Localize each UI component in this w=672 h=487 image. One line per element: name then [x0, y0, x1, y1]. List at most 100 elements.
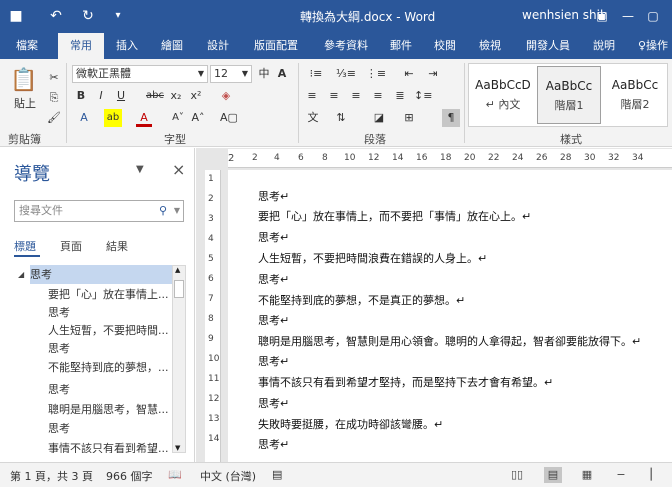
tab-draw[interactable]: 繪圖 [152, 33, 192, 59]
paragraph[interactable]: 不能堅持到底的夢想，不是真正的夢想。↵ [258, 292, 465, 308]
justify-icon[interactable]: ≡ [370, 87, 386, 105]
highlight-icon[interactable]: ab [104, 109, 122, 127]
tab-home[interactable]: 常用 [58, 33, 104, 59]
tab-file[interactable]: 檔案 [2, 33, 52, 59]
align-right-icon[interactable]: ≡ [348, 87, 364, 105]
nav-scrollbar[interactable]: ▲ ▼ [172, 265, 186, 453]
horizontal-ruler[interactable]: 2 2 4 6 8 10 12 14 16 18 20 22 24 26 28 … [228, 149, 672, 168]
font-name-combo[interactable]: 微軟正黑體 ▼ [72, 65, 208, 83]
word-count[interactable]: 966 個字 [106, 468, 153, 484]
paragraph[interactable]: 思考↵ [258, 271, 289, 287]
bullets-icon[interactable]: ⁝≡ [304, 65, 328, 83]
restore-icon[interactable]: ▢ [643, 6, 663, 26]
paragraph[interactable]: 聰明是用腦思考，智慧則是用心領會。聰明的人拿得起，智者卻要能放得下。↵ [258, 333, 641, 349]
paragraph[interactable]: 失敗時要挺腰，在成功時卻該彎腰。↵ [258, 416, 443, 432]
paragraph[interactable]: 人生短暫，不要把時間浪費在錯誤的人身上。↵ [258, 250, 487, 266]
numbering-icon[interactable]: ⅓≡ [334, 65, 358, 83]
macro-record-icon[interactable]: ▤ [272, 468, 282, 481]
char-border-icon[interactable]: A▢ [220, 109, 238, 127]
tab-developer[interactable]: 開發人員 [520, 33, 576, 59]
tab-design[interactable]: 設計 [198, 33, 238, 59]
grow-font-icon[interactable]: A˄ [190, 109, 206, 127]
heading-item[interactable]: 人生短暫，不要把時間... [48, 321, 172, 340]
tab-pages[interactable]: 頁面 [60, 238, 82, 254]
tab-results[interactable]: 結果 [106, 238, 128, 254]
tab-insert[interactable]: 插入 [108, 33, 146, 59]
close-icon[interactable]: × [172, 160, 185, 179]
shrink-font-icon[interactable]: A˅ [170, 109, 186, 127]
vertical-ruler[interactable]: 1 2 3 4 5 6 7 8 9 10 11 12 13 14 [205, 170, 221, 462]
heading-item[interactable]: 思考 [48, 419, 172, 438]
proofing-icon[interactable]: 📖 [168, 468, 182, 481]
strikethrough-button[interactable]: abc [144, 87, 166, 105]
italic-button[interactable]: I [94, 87, 108, 105]
redo-icon[interactable]: ↻ [78, 6, 98, 26]
distributed-icon[interactable]: ≣ [392, 87, 408, 105]
scroll-down-icon[interactable]: ▼ [175, 444, 180, 452]
paragraph[interactable]: 事情不該只有看到希望才堅持，而是堅持下去才會有希望。↵ [258, 374, 553, 390]
paragraph[interactable]: 思考↵ [258, 353, 289, 369]
customize-qat-icon[interactable]: ▾ [108, 6, 128, 26]
zoom-out-icon[interactable]: − [612, 467, 630, 483]
heading-item[interactable]: 思考 [48, 380, 172, 399]
paragraph[interactable]: 思考↵ [258, 395, 289, 411]
font-size-combo[interactable]: 12 ▼ [210, 65, 252, 83]
heading-item[interactable]: 聰明是用腦思考，智慧... [48, 400, 172, 419]
paste-icon[interactable]: 📋 [10, 67, 37, 95]
page-count[interactable]: 第 1 頁，共 3 頁 [10, 468, 93, 484]
paragraph[interactable]: 要把「心」放在事情上，而不要把「事情」放在心上。↵ [258, 208, 531, 224]
heading-item[interactable]: 思考 [30, 265, 172, 284]
document-page[interactable]: 思考↵ 要把「心」放在事情上，而不要把「事情」放在心上。↵ 思考↵ 人生短暫，不… [228, 170, 672, 462]
ribbon-display-icon[interactable]: ▣ [592, 6, 612, 26]
tab-references[interactable]: 參考資料 [318, 33, 374, 59]
print-layout-icon[interactable]: ▤ [544, 467, 562, 483]
save-icon[interactable]: ■ [6, 6, 26, 26]
cut-icon[interactable]: ✂ [46, 69, 62, 87]
increase-indent-icon[interactable]: ⇥ [424, 65, 442, 83]
chinese-layout-icon[interactable]: 文 [304, 109, 322, 127]
search-input[interactable]: 搜尋文件 ⚲ ▼ [14, 200, 184, 222]
heading-item[interactable]: 思考 [48, 339, 172, 358]
tab-layout[interactable]: 版面配置 [248, 33, 304, 59]
minimize-icon[interactable]: — [618, 6, 638, 26]
tab-help[interactable]: 說明 [586, 33, 622, 59]
format-painter-icon[interactable]: 🖌 [46, 109, 62, 127]
search-icon[interactable]: ⚲ [159, 201, 167, 221]
chevron-down-icon[interactable]: ▼ [136, 164, 144, 175]
scroll-up-icon[interactable]: ▲ [175, 266, 180, 274]
tab-mailings[interactable]: 郵件 [384, 33, 418, 59]
decrease-indent-icon[interactable]: ⇤ [400, 65, 418, 83]
web-layout-icon[interactable]: ▦ [578, 467, 596, 483]
paragraph[interactable]: 思考↵ [258, 188, 289, 204]
superscript-button[interactable]: x² [188, 87, 204, 105]
paste-button[interactable]: 貼上 [10, 95, 40, 113]
scroll-thumb[interactable] [174, 280, 184, 298]
heading-item[interactable]: 要把「心」放在事情上... [48, 285, 172, 304]
heading-item[interactable]: 事情不該只有看到希望... [48, 439, 172, 453]
collapse-icon[interactable]: ◢ [18, 270, 24, 279]
font-color-icon[interactable]: A [136, 109, 152, 127]
tab-view[interactable]: 檢視 [472, 33, 508, 59]
subscript-button[interactable]: x₂ [168, 87, 184, 105]
chevron-down-icon[interactable]: ▼ [174, 201, 180, 221]
tab-headings[interactable]: 標題 [14, 238, 36, 254]
read-mode-icon[interactable]: ▯▯ [508, 467, 526, 483]
phonetic-guide-button[interactable]: 中 [256, 65, 272, 83]
multilevel-list-icon[interactable]: ⋮≡ [364, 65, 388, 83]
text-effects-icon[interactable]: A [76, 109, 92, 127]
shading-icon[interactable]: ◪ [370, 109, 388, 127]
paragraph[interactable]: 思考↵ [258, 312, 289, 328]
line-spacing-icon[interactable]: ↕≡ [414, 87, 432, 105]
enclose-char-button[interactable]: A [274, 65, 290, 83]
clear-format-icon[interactable]: ◈ [218, 87, 234, 105]
copy-icon[interactable]: ⎘ [46, 89, 62, 107]
show-marks-icon[interactable]: ¶ [442, 109, 460, 127]
style-level2[interactable]: AaBbCc 階層2 [603, 66, 667, 124]
paragraph[interactable]: 思考↵ [258, 229, 289, 245]
zoom-slider[interactable]: ▏ [646, 467, 664, 483]
heading-item[interactable]: 思考 [48, 303, 172, 322]
undo-icon[interactable]: ↶ [46, 6, 66, 26]
borders-icon[interactable]: ⊞ [400, 109, 418, 127]
tab-review[interactable]: 校閱 [428, 33, 462, 59]
style-level1[interactable]: AaBbCc 階層1 [537, 66, 601, 124]
